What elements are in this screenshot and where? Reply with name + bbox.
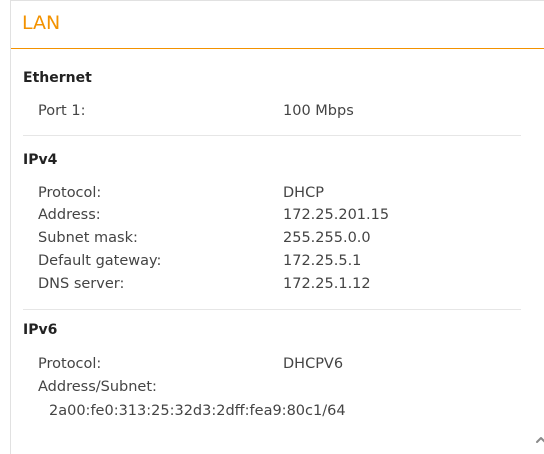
ipv4-gateway-label: Default gateway:: [38, 253, 162, 269]
ipv4-protocol-label: Protocol:: [38, 185, 102, 201]
ethernet-heading: Ethernet: [23, 70, 92, 86]
ipv4-dns-label: DNS server:: [38, 276, 125, 292]
ipv4-protocol-value: DHCP: [283, 185, 324, 201]
ipv4-address-label: Address:: [38, 207, 101, 223]
ipv4-subnet-label: Subnet mask:: [38, 230, 138, 246]
ipv6-address-label: Address/Subnet:: [38, 379, 157, 395]
ipv4-heading: IPv4: [23, 152, 58, 168]
ipv4-address-value: 172.25.201.15: [283, 207, 390, 223]
ipv4-subnet-value: 255.255.0.0: [283, 230, 371, 246]
lan-panel: LAN Ethernet Port 1: 100 Mbps IPv4 Proto…: [10, 0, 544, 454]
ipv4-dns-value: 172.25.1.12: [283, 276, 371, 292]
section-divider: [23, 309, 521, 310]
panel-header: LAN: [11, 1, 544, 49]
ipv6-address-value: 2a00:fe0:313:25:32d3:2dff:fea9:80c1/64: [49, 403, 346, 419]
ipv4-gateway-value: 172.25.5.1: [283, 253, 362, 269]
ipv6-protocol-value: DHCPV6: [283, 356, 344, 372]
panel-title: LAN: [22, 12, 61, 34]
scroll-up-button[interactable]: [533, 431, 544, 447]
section-divider: [23, 135, 521, 136]
port1-label: Port 1:: [38, 103, 86, 119]
ipv6-heading: IPv6: [23, 322, 58, 338]
ipv6-protocol-label: Protocol:: [38, 356, 102, 372]
port1-value: 100 Mbps: [283, 103, 354, 119]
chevron-up-icon: [536, 437, 544, 443]
